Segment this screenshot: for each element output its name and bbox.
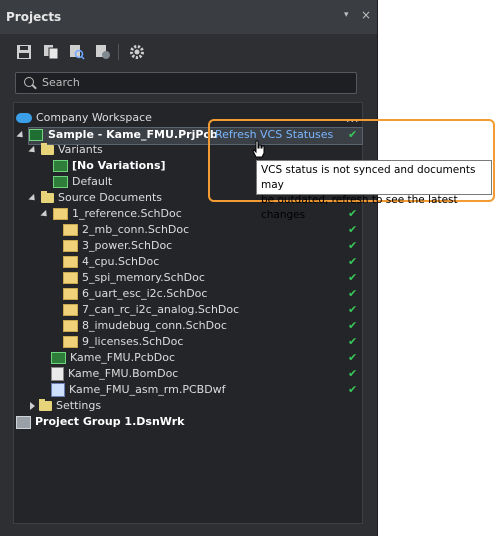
no-variations-label: [No Variations] [72,159,166,172]
projects-panel: Projects ▾ × Search Company Workspace ..… [0,0,378,536]
vcs-synced-check-icon: ✔ [348,223,358,236]
panel-titlebar: Projects ▾ × [0,0,377,34]
tree-item-schdoc[interactable]: 2_mb_conn.SchDoc [63,222,189,238]
schdoc-label: 9_licenses.SchDoc [82,335,184,348]
expand-icon[interactable] [28,193,38,203]
tree-item-schdoc[interactable]: 1_reference.SchDoc [40,206,182,222]
source-documents-label: Source Documents [58,191,162,204]
tree-item-pcbdoc[interactable]: Kame_FMU.PcbDoc [51,350,175,366]
cloud-icon [16,113,32,123]
tooltip-line-1: VCS status is not synced and documents m… [261,164,476,191]
project-group-label: Project Group 1.DsnWrk [35,415,185,428]
pcb-project-icon [29,129,43,141]
tree-item-project[interactable]: Sample - Kame_FMU.PrjPcb [16,127,218,143]
search-input[interactable]: Search [15,72,357,94]
pcbdoc-label: Kame_FMU.PcbDoc [70,351,176,364]
vcs-synced-check-icon: ✔ [348,351,358,364]
tree-item-project-group[interactable]: Project Group 1.DsnWrk [16,414,184,430]
schdoc-label: 3_power.SchDoc [82,239,173,252]
tree-item-settings[interactable]: Settings [30,398,101,414]
tree-item-schdoc[interactable]: 7_can_rc_i2c_analog.SchDoc [63,302,239,318]
tree-item-no-variations[interactable]: [No Variations] [53,158,166,174]
tree-item-schdoc[interactable]: 4_cpu.SchDoc [63,254,159,270]
search-placeholder: Search [42,76,80,89]
variant-icon [53,176,68,188]
tree-item-schdoc[interactable]: 5_spi_memory.SchDoc [63,270,205,286]
schematic-icon [63,256,78,268]
search-icon [24,77,34,87]
vcs-synced-check-icon: ✔ [348,319,358,332]
vcs-synced-check-icon: ✔ [348,287,358,300]
tree-item-variants[interactable]: Variants [28,142,103,158]
vcs-synced-check-icon: ✔ [348,303,358,316]
vcs-icon[interactable] [95,44,111,60]
project-label: Sample - Kame_FMU.PrjPcb [48,128,218,141]
variant-icon [53,160,68,172]
save-icon[interactable] [16,44,32,60]
toolbar-separator [118,44,119,60]
schematic-icon [63,272,78,284]
variants-label: Variants [58,143,103,156]
schematic-icon [63,336,78,348]
schdoc-label: 5_spi_memory.SchDoc [82,271,205,284]
vcs-synced-check-icon: ✔ [348,367,358,380]
tree-item-workspace[interactable]: Company Workspace [16,110,152,126]
tree-item-schdoc[interactable]: 9_licenses.SchDoc [63,334,183,350]
folder-icon [39,399,52,411]
settings-label: Settings [56,399,102,412]
tree-item-pcbdwf[interactable]: Kame_FMU_asm_rm.PCBDwf [51,382,226,398]
pcbdwf-label: Kame_FMU_asm_rm.PCBDwf [69,383,226,396]
draftsman-document-icon [51,383,65,397]
schematic-icon [63,240,78,252]
schematic-icon [53,208,68,220]
schematic-icon [63,320,78,332]
expand-icon[interactable] [28,145,38,155]
tree-item-source-documents[interactable]: Source Documents [28,190,162,206]
schdoc-label: 8_imudebug_conn.SchDoc [82,319,227,332]
schdoc-label: 1_reference.SchDoc [72,207,182,220]
gear-icon[interactable] [129,44,145,60]
schdoc-label: 4_cpu.SchDoc [82,255,160,268]
tree-item-schdoc[interactable]: 3_power.SchDoc [63,238,172,254]
schematic-icon [63,304,78,316]
search-files-icon[interactable] [69,44,85,60]
panel-menu-icon[interactable]: ▾ [344,10,349,20]
vcs-synced-check-icon: ✔ [348,271,358,284]
vcs-synced-check-icon: ✔ [348,335,358,348]
tree-item-default[interactable]: Default [53,174,112,190]
expand-icon[interactable] [16,130,26,140]
bomdoc-label: Kame_FMU.BomDoc [68,367,179,380]
vcs-tooltip: VCS status is not synced and documents m… [256,160,492,221]
panel-close-icon[interactable]: × [361,8,371,22]
tooltip-line-2: be outdated, refresh to see the latest c… [261,194,458,221]
schematic-icon [63,288,78,300]
tree-item-schdoc[interactable]: 8_imudebug_conn.SchDoc [63,318,227,334]
vcs-synced-check-icon: ✔ [348,255,358,268]
expand-icon[interactable] [40,209,50,219]
project-group-icon [16,415,31,429]
collapse-icon[interactable] [30,402,35,410]
schdoc-label: 2_mb_conn.SchDoc [82,223,190,236]
vcs-synced-check-icon: ✔ [348,239,358,252]
copy-icon[interactable] [43,44,59,60]
schematic-icon [63,224,78,236]
schdoc-label: 7_can_rc_i2c_analog.SchDoc [82,303,240,316]
panel-title: Projects [6,10,62,24]
schdoc-label: 6_uart_esc_i2c.SchDoc [82,287,208,300]
tree-item-schdoc[interactable]: 6_uart_esc_i2c.SchDoc [63,286,207,302]
folder-icon [41,143,54,155]
pcb-document-icon [51,352,66,364]
vcs-synced-check-icon: ✔ [348,383,358,396]
default-label: Default [72,175,113,188]
workspace-label: Company Workspace [36,111,152,124]
folder-icon [41,191,54,203]
hand-cursor-icon [252,140,265,158]
tree-item-bomdoc[interactable]: Kame_FMU.BomDoc [51,366,178,382]
bom-document-icon [51,367,64,381]
